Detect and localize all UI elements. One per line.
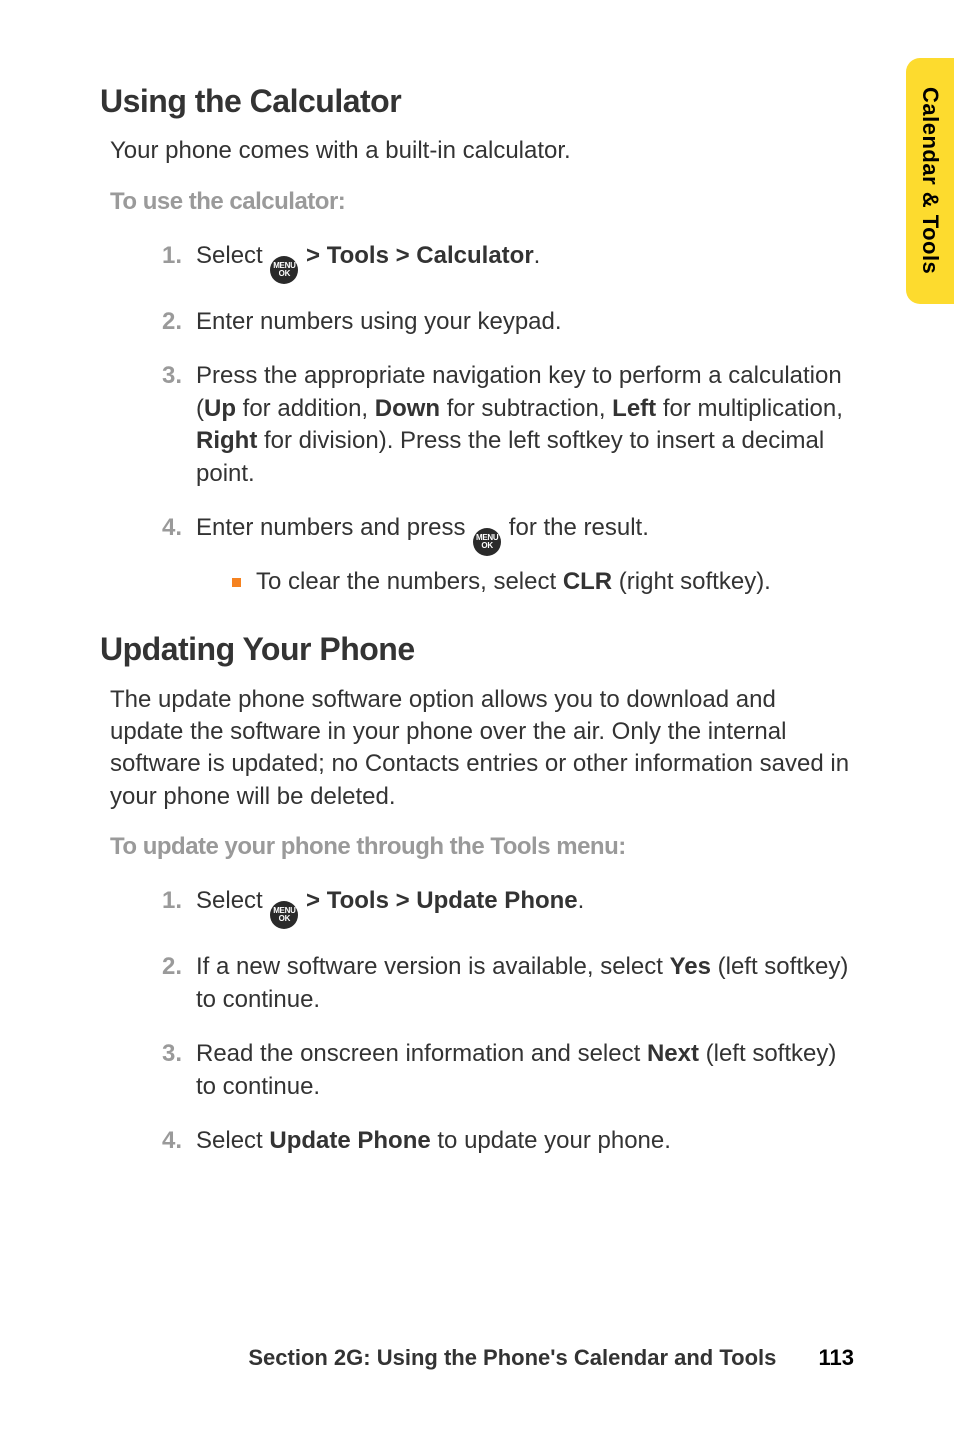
step-bold: > Tools > Update Phone — [306, 887, 578, 914]
step-text: Enter numbers using your keypad. — [196, 308, 562, 335]
step-2: 2. If a new software version is availabl… — [140, 951, 854, 1016]
step-2: 2. Enter numbers using your keypad. — [140, 306, 854, 338]
step-number: 1. — [140, 885, 182, 917]
step-bold-next: Next — [647, 1040, 699, 1067]
intro-calculator: Your phone comes with a built-in calcula… — [110, 135, 854, 167]
step-4: 4. Enter numbers and press MENUOK for th… — [140, 512, 854, 598]
step-bold-update: Update Phone — [269, 1127, 430, 1154]
sub-text-b: (right softkey). — [612, 568, 771, 595]
footer-section-text: Section 2G: Using the Phone's Calendar a… — [248, 1345, 776, 1370]
step-text-e: for division). Press the left softkey to… — [196, 427, 824, 486]
step-text-a: If a new software version is available, … — [196, 953, 670, 980]
step-text-pre: Select — [196, 242, 269, 269]
step-text-a: Read the onscreen information and select — [196, 1040, 647, 1067]
steps-updating: 1. Select MENUOK > Tools > Update Phone.… — [100, 885, 854, 1157]
step-text-a: Enter numbers and press — [196, 514, 472, 541]
heading-updating-phone: Updating Your Phone — [100, 628, 854, 671]
step-number: 3. — [140, 360, 182, 392]
steps-calculator: 1. Select MENUOK > Tools > Calculator. 2… — [100, 240, 854, 598]
heading-using-calculator: Using the Calculator — [100, 80, 854, 123]
sub-text-a: To clear the numbers, select — [256, 568, 563, 595]
step-text-b: to update your phone. — [431, 1127, 671, 1154]
intro-updating: The update phone software option allows … — [110, 684, 854, 814]
page-content: Using the Calculator Your phone comes wi… — [0, 0, 954, 1431]
step-3: 3. Press the appropriate navigation key … — [140, 360, 854, 490]
side-tab-label: Calendar & Tools — [915, 87, 945, 274]
page-footer: Section 2G: Using the Phone's Calendar a… — [0, 1343, 954, 1373]
step-bold: > Tools > Calculator — [306, 242, 534, 269]
menu-ok-icon: MENUOK — [270, 256, 298, 284]
sub-bold-clr: CLR — [563, 568, 612, 595]
step-bold-down: Down — [375, 395, 440, 422]
step-text-pre: Select — [196, 887, 269, 914]
step-1: 1. Select MENUOK > Tools > Update Phone. — [140, 885, 854, 929]
sub-bullets: To clear the numbers, select CLR (right … — [196, 566, 854, 598]
subhead-calculator: To use the calculator: — [110, 186, 854, 218]
step-tail: . — [578, 887, 585, 914]
step-4: 4. Select Update Phone to update your ph… — [140, 1125, 854, 1157]
side-tab: Calendar & Tools — [906, 58, 954, 304]
step-bold-right: Right — [196, 427, 257, 454]
step-tail: . — [534, 242, 541, 269]
step-bold-yes: Yes — [670, 953, 711, 980]
step-text-c: for subtraction, — [440, 395, 612, 422]
step-text-b: for the result. — [502, 514, 649, 541]
section-updating-phone: Updating Your Phone The update phone sof… — [100, 628, 854, 1157]
step-bold-up: Up — [204, 395, 236, 422]
step-number: 4. — [140, 1125, 182, 1157]
menu-ok-icon: MENUOK — [473, 528, 501, 556]
step-number: 2. — [140, 306, 182, 338]
subhead-updating: To update your phone through the Tools m… — [110, 831, 854, 863]
step-number: 4. — [140, 512, 182, 544]
step-text-a: Select — [196, 1127, 269, 1154]
step-bold-left: Left — [612, 395, 656, 422]
step-1: 1. Select MENUOK > Tools > Calculator. — [140, 240, 854, 284]
step-text-b: for addition, — [236, 395, 375, 422]
menu-ok-icon: MENUOK — [270, 901, 298, 929]
footer-page-number: 113 — [819, 1345, 855, 1370]
step-text-d: for multiplication, — [656, 395, 843, 422]
sub-bullet: To clear the numbers, select CLR (right … — [232, 566, 854, 598]
step-3: 3. Read the onscreen information and sel… — [140, 1038, 854, 1103]
section-using-calculator: Using the Calculator Your phone comes wi… — [100, 80, 854, 598]
step-number: 3. — [140, 1038, 182, 1070]
step-number: 2. — [140, 951, 182, 983]
step-number: 1. — [140, 240, 182, 272]
